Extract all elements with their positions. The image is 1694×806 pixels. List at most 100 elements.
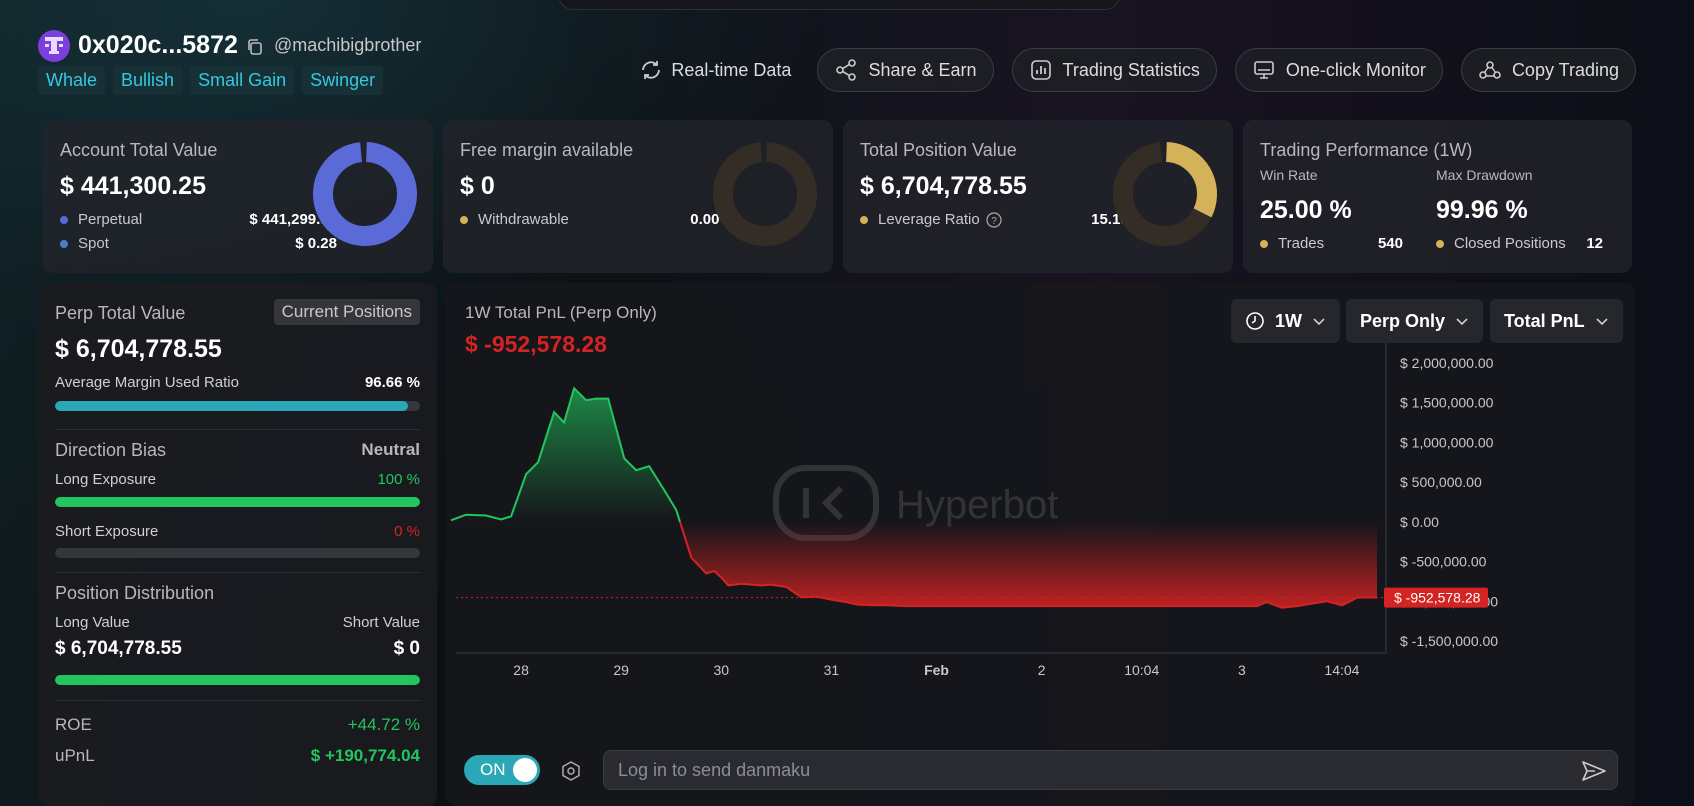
long-exposure-bar: [55, 497, 420, 507]
x-tick-label: 29: [613, 662, 629, 678]
trading-statistics-label: Trading Statistics: [1062, 59, 1200, 80]
monitor-icon: [1254, 61, 1274, 79]
wallet-address: 0x020c...5872: [78, 31, 238, 59]
share-earn-button[interactable]: Share & Earn: [817, 48, 994, 92]
metric-value: Total PnL: [1504, 310, 1585, 331]
copy-icon[interactable]: [246, 38, 264, 56]
send-icon[interactable]: [1581, 759, 1607, 783]
svg-text:?: ?: [991, 216, 997, 227]
long-value-label: Long Value: [55, 614, 130, 631]
realtime-data-button[interactable]: Real-time Data: [631, 48, 799, 92]
y-tick-label: $ -500,000.00: [1400, 554, 1487, 570]
closed-positions-row: Closed Positions: [1436, 235, 1566, 252]
scope-value: Perp Only: [1360, 310, 1446, 331]
chevron-down-icon: [1313, 318, 1325, 326]
trading-statistics-button[interactable]: Trading Statistics: [1011, 48, 1217, 92]
pnl-area-chart: Hyperbot $ 2,000,000.00 $ 1,500,000.00 $ 1…: [450, 343, 1498, 678]
closed-positions-value: 12: [1586, 235, 1603, 252]
tag-bullish[interactable]: Bullish: [113, 66, 183, 95]
trading-performance-title: Trading Performance (1W): [1260, 140, 1473, 160]
toggle-label: ON: [480, 760, 506, 779]
margin-ratio-bar: [55, 401, 420, 411]
tag-whale[interactable]: Whale: [38, 66, 106, 95]
x-tick-label: 14:04: [1324, 662, 1359, 678]
total-position-value: $ 6,704,778.55: [860, 172, 1027, 200]
y-tick-label: $ 2,000,000.00: [1400, 355, 1494, 371]
leverage-label: Leverage Ratio: [878, 211, 980, 228]
short-value-label: Short Value: [342, 614, 420, 631]
position-distribution-label: Position Distribution: [55, 583, 215, 603]
chevron-down-icon: [1456, 318, 1468, 326]
short-exposure-label: Short Exposure: [55, 523, 159, 540]
chevron-down-icon: [1596, 318, 1608, 326]
search-bar-partial[interactable]: [558, 0, 1120, 10]
danmaku-placeholder: Log in to send danmaku: [618, 759, 811, 780]
period-value: 1W: [1275, 310, 1302, 331]
account-donut-ring: [313, 142, 417, 246]
free-margin-donut-ring: [713, 142, 817, 246]
tag-small-gain[interactable]: Small Gain: [190, 66, 295, 95]
period-dropdown[interactable]: 1W: [1231, 299, 1340, 343]
tag-swinger[interactable]: Swinger: [302, 66, 384, 95]
account-donut-chart: [313, 142, 417, 246]
perp-summary-panel: Perp Total Value Current Positions $ 6,7…: [38, 283, 437, 806]
y-tick-label: $ 1,500,000.00: [1400, 395, 1494, 411]
trades-value: 540: [1377, 235, 1403, 252]
long-exposure-value: 100 %: [377, 471, 420, 488]
trades-label: Trades: [1278, 235, 1325, 252]
refresh-icon: [642, 61, 661, 79]
danmaku-input[interactable]: Log in to send danmaku: [603, 750, 1618, 790]
position-donut-chart: [1113, 142, 1217, 246]
withdrawable-row: Withdrawable: [460, 211, 569, 228]
account-total-value: $ 441,300.25: [60, 172, 206, 200]
one-click-monitor-button[interactable]: One-click Monitor: [1234, 48, 1443, 92]
metric-dropdown[interactable]: Total PnL: [1490, 299, 1623, 343]
trading-performance-card: Trading Performance (1W) Win Rate 25.00 …: [1243, 120, 1632, 273]
copy-trading-button[interactable]: Copy Trading: [1460, 48, 1636, 92]
long-exposure-fill: [55, 497, 420, 507]
x-tick-label: 31: [824, 662, 840, 678]
x-tick-label: 10:04: [1124, 662, 1159, 678]
users-icon: [1479, 61, 1501, 79]
settings-hexagon-icon[interactable]: [560, 760, 582, 782]
total-position-title: Total Position Value: [860, 140, 1017, 160]
perp-total-title: Perp Total Value: [55, 303, 186, 323]
x-tick-label: 30: [714, 662, 730, 678]
share-icon: [836, 59, 857, 81]
danmaku-toggle[interactable]: ON: [464, 755, 540, 785]
y-tick-label: $ -1,500,000.00: [1400, 633, 1498, 649]
toggle-knob: [513, 758, 537, 782]
chart-title: 1W Total PnL (Perp Only): [465, 303, 657, 322]
withdrawable-label: Withdrawable: [478, 211, 569, 228]
avatar-pixel-icon: [45, 37, 63, 54]
position-distribution-fill: [55, 675, 420, 685]
account-total-card: Account Total Value $ 441,300.25 Perpetu…: [43, 120, 433, 273]
y-tick-label: $ 500,000.00: [1400, 474, 1482, 490]
header-actions: Real-time Data Share & Earn Trading Stat…: [631, 48, 1636, 92]
short-exposure-value: 0 %: [394, 523, 420, 540]
closed-positions-label: Closed Positions: [1454, 235, 1566, 252]
margin-ratio-label: Average Margin Used Ratio: [55, 374, 239, 391]
x-tick-label: 2: [1038, 662, 1046, 678]
perp-total-value: $ 6,704,778.55: [55, 335, 222, 363]
spot-label: Spot: [78, 235, 109, 252]
current-positions-button[interactable]: Current Positions: [273, 299, 420, 325]
help-icon[interactable]: ?: [986, 211, 1002, 228]
upnl-label: uPnL: [55, 746, 95, 765]
y-tick-label: $ 1,000,000.00: [1400, 434, 1494, 450]
one-click-monitor-label: One-click Monitor: [1285, 59, 1426, 80]
divider: [55, 700, 420, 701]
x-tick-label: 3: [1238, 662, 1246, 678]
long-value: $ 6,704,778.55: [55, 638, 182, 659]
scope-dropdown[interactable]: Perp Only: [1346, 299, 1484, 343]
short-value: $ 0: [393, 638, 420, 659]
watermark-text: Hyperbot: [896, 483, 1058, 527]
profile-header: 0x020c...5872 @machibigbrother Whale Bul…: [38, 28, 1694, 98]
avatar: [38, 30, 70, 62]
upnl-value: $ +190,774.04: [310, 746, 420, 765]
x-tick-label: 28: [513, 662, 529, 678]
leverage-row: Leverage Ratio ?: [860, 211, 1002, 228]
user-handle[interactable]: @machibigbrother: [274, 35, 421, 56]
direction-bias-value: Neutral: [361, 440, 420, 459]
trades-row: Trades: [1260, 235, 1324, 252]
